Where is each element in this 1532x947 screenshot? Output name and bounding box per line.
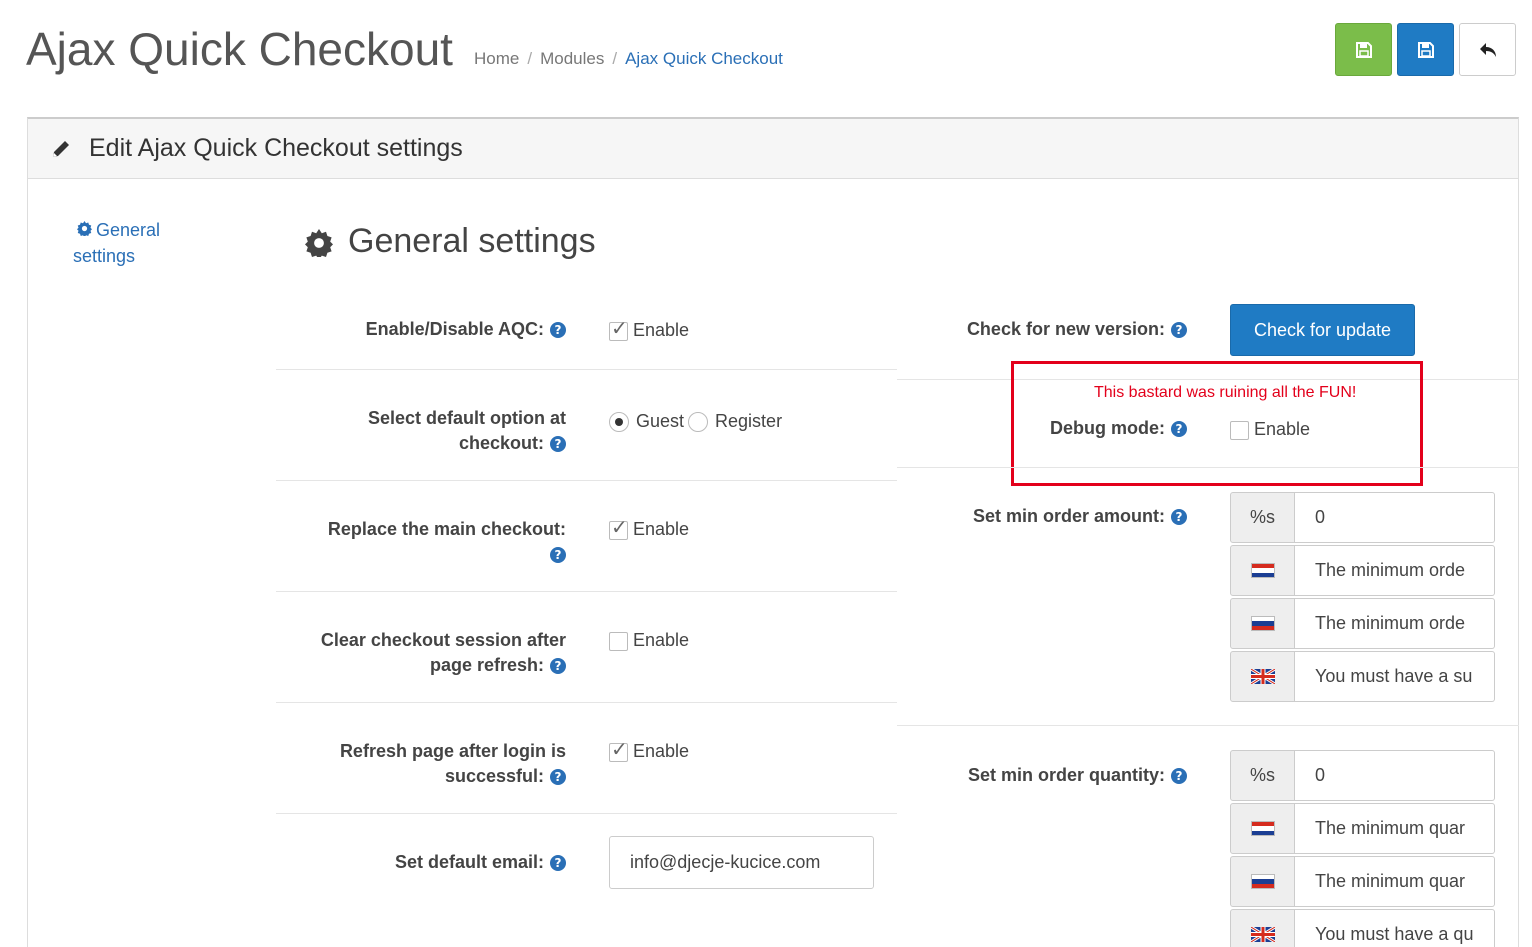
radio-guest-label: Guest [636,411,685,431]
divider [276,369,897,370]
default-option-radios: Guest Register [609,411,782,432]
min-quantity-message-input[interactable]: The minimum quar [1295,803,1495,854]
label-min-order-quantity: Set min order quantity:? [897,763,1187,788]
checkbox-label: Enable [633,320,690,340]
pencil-icon [50,138,72,165]
divider [276,480,897,481]
label-enable-aqc: Enable/Disable AQC:? [276,317,566,342]
min-amount-value-group: %s 0 [1230,492,1495,543]
enable-aqc-checkbox[interactable]: Enable [609,316,690,341]
min-amount-message-input[interactable]: The minimum orde [1295,598,1495,649]
min-quantity-translation-hr: The minimum quar [1230,803,1495,854]
label-clear-session: Clear checkout session after page refresh… [320,630,566,675]
checkbox[interactable] [609,515,628,540]
undo-icon [1479,42,1496,57]
help-icon[interactable]: ? [1171,421,1187,437]
radio-register[interactable] [688,412,709,432]
radio-guest[interactable] [609,412,629,432]
format-addon: %s [1230,750,1295,801]
divider [276,702,897,703]
breadcrumb-home[interactable]: Home [474,49,519,68]
help-icon[interactable]: ? [550,855,566,871]
sidebar-item-general-settings[interactable]: General settings [73,217,193,269]
checkbox[interactable] [609,737,628,762]
min-amount-input[interactable]: 0 [1295,492,1495,543]
panel-title: Edit Ajax Quick Checkout settings [89,134,463,162]
back-button[interactable] [1459,23,1516,76]
uk-flag-icon [1230,909,1295,947]
save-icon [1417,41,1434,58]
clear-session-checkbox[interactable]: Enable [609,630,689,651]
help-icon[interactable]: ? [1171,509,1187,525]
checkbox-label: Enable [633,630,690,650]
save-button[interactable] [1397,23,1454,76]
min-amount-message-input[interactable]: The minimum orde [1295,545,1495,596]
checkbox-label: Enable [633,519,690,539]
check-for-update-button[interactable]: Check for update [1230,304,1415,356]
checkbox-label: Enable [633,741,690,761]
min-amount-translation-gb: You must have a su [1230,651,1495,702]
breadcrumb-current[interactable]: Ajax Quick Checkout [625,49,783,68]
min-quantity-translation-gb: You must have a qu [1230,909,1495,947]
label-min-order-amount: Set min order amount:? [897,504,1187,529]
radio-register-label: Register [715,411,783,431]
gear-icon [77,217,92,243]
checkbox[interactable] [1230,421,1249,440]
format-addon: %s [1230,492,1295,543]
save-icon [1355,41,1372,58]
page-title: Ajax Quick Checkout [26,23,453,75]
divider [276,591,897,592]
help-icon[interactable]: ? [550,769,566,785]
label-debug-mode: Debug mode:? [897,416,1187,441]
breadcrumb: Home / Modules / Ajax Quick Checkout [474,49,783,68]
slovenia-flag-icon [1230,598,1295,649]
label-refresh-page: Refresh page after login is successful:? [339,741,566,786]
replace-checkout-checkbox[interactable]: Enable [609,515,690,540]
checkbox[interactable] [609,316,628,341]
section-title: General settings [348,222,596,260]
help-icon[interactable]: ? [550,547,566,563]
min-amount-translation-si: The minimum orde [1230,598,1495,649]
help-icon[interactable]: ? [1171,322,1187,338]
checkbox-label: Enable [1254,419,1311,439]
help-icon[interactable]: ? [550,436,566,452]
uk-flag-icon [1230,651,1295,702]
min-quantity-message-input[interactable]: The minimum quar [1295,856,1495,907]
gear-icon [305,229,333,262]
help-icon[interactable]: ? [550,658,566,674]
divider [897,725,1519,726]
label-default-email: Set default email:? [276,850,566,875]
min-quantity-message-input[interactable]: You must have a qu [1295,909,1495,947]
default-email-input[interactable]: info@djecje-kucice.com [609,836,874,889]
min-quantity-value-group: %s 0 [1230,750,1495,801]
label-new-version: Check for new version:? [897,317,1187,342]
min-quantity-input[interactable]: 0 [1295,750,1495,801]
help-icon[interactable]: ? [1171,768,1187,784]
label-replace-checkout: Replace the main checkout:? [327,519,566,563]
min-amount-message-input[interactable]: You must have a su [1295,651,1495,702]
croatia-flag-icon [1230,803,1295,854]
annotation-text: This bastard was ruining all the FUN! [1094,384,1357,401]
breadcrumb-modules[interactable]: Modules [540,49,604,68]
slovenia-flag-icon [1230,856,1295,907]
divider [897,467,1519,468]
label-default-option: Select default option at checkout:? [367,408,566,453]
debug-mode-checkbox[interactable]: Enable [1230,419,1310,440]
croatia-flag-icon [1230,545,1295,596]
refresh-page-checkbox[interactable]: Enable [609,737,690,762]
min-quantity-translation-si: The minimum quar [1230,856,1495,907]
help-icon[interactable]: ? [550,322,566,338]
min-amount-translation-hr: The minimum orde [1230,545,1495,596]
save-and-stay-button[interactable] [1335,23,1392,76]
checkbox[interactable] [609,632,628,651]
divider [276,813,897,814]
